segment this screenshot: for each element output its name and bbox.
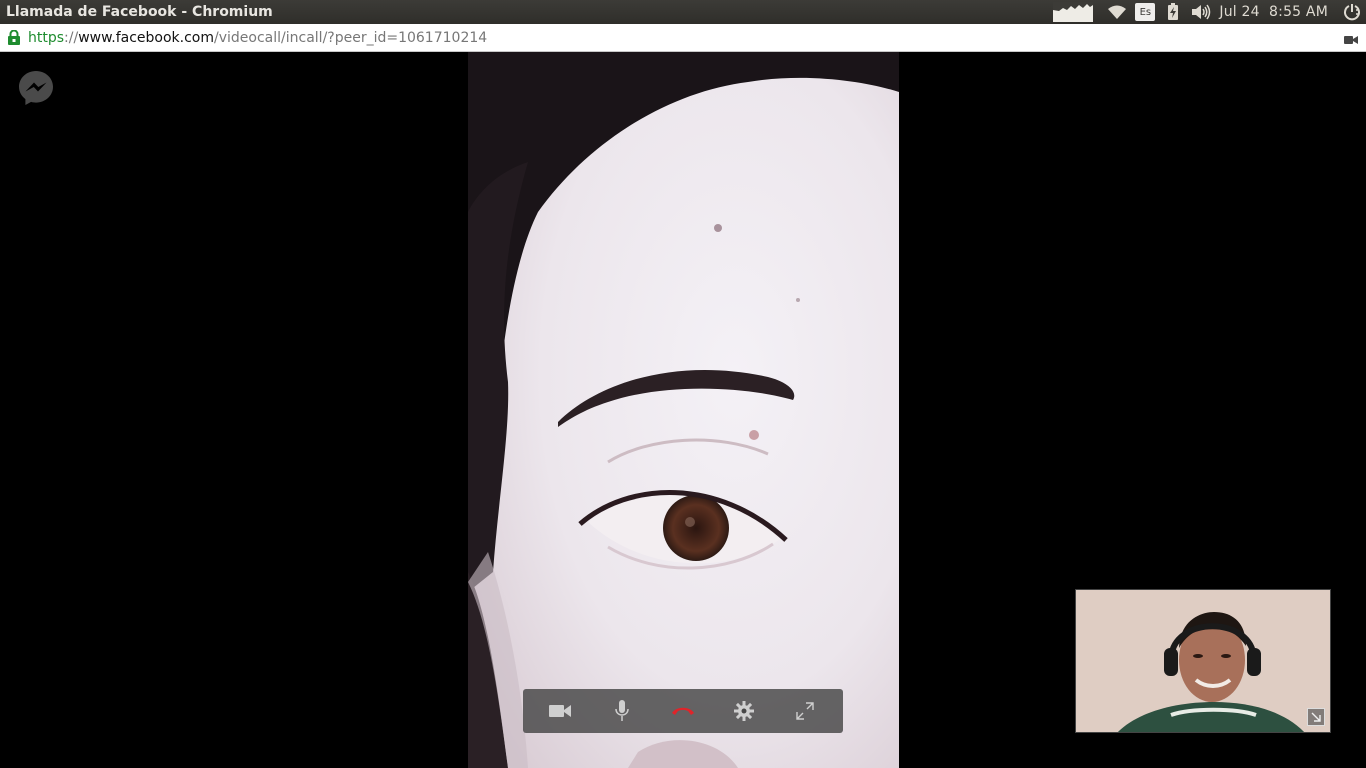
call-controls — [523, 689, 843, 733]
video-camera-icon[interactable] — [541, 693, 581, 729]
wifi-icon[interactable] — [1105, 0, 1129, 24]
power-icon[interactable] — [1340, 0, 1364, 24]
volume-icon[interactable] — [1189, 0, 1213, 24]
url-scheme: https — [28, 29, 65, 46]
window-title: Llamada de Facebook - Chromium — [6, 4, 273, 20]
url-text[interactable]: https://www.facebook.com/videocall/incal… — [28, 30, 487, 46]
clock-date: Jul 24 — [1219, 4, 1260, 20]
clock[interactable]: Jul 24 8:55 AM — [1219, 0, 1328, 24]
self-video-preview[interactable] — [1075, 589, 1331, 733]
cpu-graph-icon[interactable] — [1053, 2, 1094, 22]
address-bar[interactable]: https://www.facebook.com/videocall/incal… — [0, 24, 1366, 52]
camera-in-use-icon[interactable] — [1344, 31, 1358, 44]
lock-icon[interactable] — [7, 29, 21, 46]
clock-time: 8:55 AM — [1269, 4, 1328, 20]
hang-up-icon[interactable] — [663, 693, 703, 729]
battery-charging-icon[interactable] — [1165, 0, 1181, 24]
settings-icon[interactable] — [724, 693, 764, 729]
url-host: www.facebook.com — [78, 29, 215, 46]
microphone-icon[interactable] — [602, 693, 642, 729]
top-panel: Llamada de Facebook - Chromium Es Jul 24… — [0, 0, 1366, 24]
expand-self-view-icon[interactable] — [1307, 708, 1325, 726]
keyboard-layout-indicator[interactable]: Es — [1135, 3, 1156, 21]
self-video-image — [1076, 590, 1330, 732]
fullscreen-icon[interactable] — [785, 693, 825, 729]
indicator-area: Es Jul 24 8:55 AM — [1053, 0, 1366, 24]
video-call-area — [0, 52, 1366, 768]
url-separator: :// — [64, 29, 79, 46]
url-path: /videocall/incall/?peer_id=1061710214 — [214, 29, 488, 46]
remote-video-image — [468, 52, 899, 768]
messenger-icon[interactable] — [17, 69, 55, 107]
remote-video[interactable] — [468, 52, 899, 768]
